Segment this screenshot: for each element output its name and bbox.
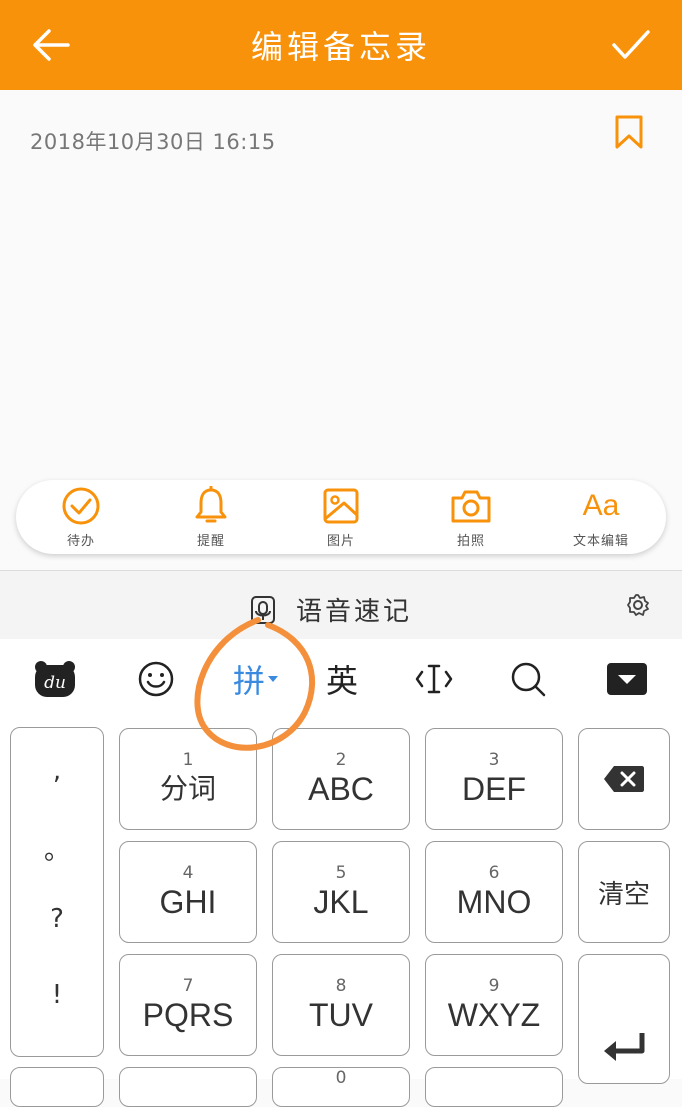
enter-key[interactable] bbox=[578, 954, 670, 1084]
key-1[interactable]: 1 分词 bbox=[119, 728, 257, 830]
key-4[interactable]: 4 GHI bbox=[119, 841, 257, 943]
check-icon bbox=[612, 30, 650, 59]
cursor-button[interactable] bbox=[412, 657, 456, 701]
microphone-icon bbox=[251, 595, 275, 624]
camera-button[interactable]: 拍照 bbox=[416, 486, 526, 549]
keyboard-function-row: du 拼 英 bbox=[0, 639, 682, 721]
key-9[interactable]: 9 WXYZ bbox=[425, 954, 563, 1056]
voice-memo-button[interactable]: 语音速记 bbox=[250, 591, 412, 628]
back-button[interactable] bbox=[28, 22, 74, 68]
bookmark-icon bbox=[615, 115, 643, 149]
confirm-button[interactable] bbox=[608, 22, 654, 68]
du-logo-text: du bbox=[44, 673, 66, 693]
punct-comma-key[interactable]: , bbox=[11, 756, 103, 786]
key-1-letters: 分词 bbox=[159, 772, 216, 805]
key-0[interactable]: 0 bbox=[272, 1067, 410, 1107]
key-7-number: 7 bbox=[182, 976, 194, 996]
text-format-label: 文本编辑 bbox=[572, 533, 629, 549]
punctuation-column[interactable]: , 。 ? ! bbox=[10, 727, 104, 1057]
key-7[interactable]: 7 PQRS bbox=[119, 954, 257, 1056]
page-title: 编辑备忘录 bbox=[250, 28, 431, 66]
key-0-number: 0 bbox=[335, 1068, 347, 1088]
keyboard-settings-button[interactable] bbox=[626, 593, 650, 621]
bookmark-button[interactable] bbox=[614, 114, 644, 150]
keyboard-hide-icon bbox=[607, 663, 647, 695]
key-7-letters: PQRS bbox=[142, 997, 234, 1033]
key-6-number: 6 bbox=[488, 863, 500, 883]
app-header: 编辑备忘录 bbox=[0, 0, 682, 90]
bear-logo-icon: du bbox=[35, 661, 75, 697]
key-8[interactable]: 8 TUV bbox=[272, 954, 410, 1056]
cursor-move-icon bbox=[415, 664, 453, 694]
symbol-key[interactable] bbox=[10, 1067, 104, 1107]
voice-memo-label: 语音速记 bbox=[296, 597, 413, 627]
arrow-left-icon bbox=[33, 29, 70, 61]
todo-button[interactable]: 待办 bbox=[26, 486, 136, 549]
smiley-icon bbox=[138, 661, 174, 697]
english-label: 英 bbox=[325, 662, 358, 700]
emoji-button[interactable] bbox=[134, 657, 178, 701]
key-3-letters: DEF bbox=[462, 771, 526, 807]
clear-key-label: 清空 bbox=[597, 879, 650, 910]
key-6[interactable]: 6 MNO bbox=[425, 841, 563, 943]
caret-down-icon bbox=[268, 676, 278, 682]
key-6-letters: MNO bbox=[456, 884, 532, 920]
key-5-number: 5 bbox=[335, 863, 347, 883]
key-blank-right[interactable] bbox=[425, 1067, 563, 1107]
punct-period-key[interactable]: 。 bbox=[11, 830, 103, 867]
key-5-letters: JKL bbox=[313, 884, 369, 920]
image-icon bbox=[323, 488, 359, 523]
key-3[interactable]: 3 DEF bbox=[425, 728, 563, 830]
key-2-number: 2 bbox=[335, 750, 347, 770]
search-button[interactable] bbox=[506, 657, 550, 701]
text-format-button[interactable]: Aa 文本编辑 bbox=[546, 486, 656, 549]
camera-label: 拍照 bbox=[456, 533, 485, 549]
reminder-button[interactable]: 提醒 bbox=[156, 485, 266, 549]
ime-keyboard: du 拼 英 , 。 ? ! 1 分词 2 ABC 3 DEF 4 GHI 5 … bbox=[0, 639, 682, 1107]
bell-icon bbox=[195, 485, 227, 522]
key-4-number: 4 bbox=[182, 863, 194, 883]
key-5[interactable]: 5 JKL bbox=[272, 841, 410, 943]
check-circle-icon bbox=[62, 487, 100, 524]
punct-question-key[interactable]: ? bbox=[11, 904, 103, 934]
key-4-letters: GHI bbox=[159, 884, 217, 920]
key-1-number: 1 bbox=[182, 750, 194, 770]
key-2[interactable]: 2 ABC bbox=[272, 728, 410, 830]
image-label: 图片 bbox=[326, 533, 355, 549]
du-logo-button[interactable]: du bbox=[32, 657, 78, 701]
note-timestamp: 2018年10月30日 16:15 bbox=[30, 130, 276, 154]
todo-label: 待办 bbox=[66, 533, 95, 549]
enter-icon bbox=[604, 1033, 645, 1061]
gear-icon bbox=[627, 594, 649, 616]
voice-memo-bar: 语音速记 bbox=[0, 571, 682, 639]
key-9-number: 9 bbox=[488, 976, 500, 996]
key-blank-left[interactable] bbox=[119, 1067, 257, 1107]
hide-keyboard-button[interactable] bbox=[604, 657, 650, 701]
camera-icon bbox=[451, 490, 491, 522]
text-format-icon: Aa bbox=[582, 488, 620, 522]
clear-key[interactable]: 清空 bbox=[578, 841, 670, 943]
reminder-label: 提醒 bbox=[196, 533, 225, 549]
backspace-key[interactable] bbox=[578, 728, 670, 830]
key-2-letters: ABC bbox=[308, 771, 374, 807]
image-button[interactable]: 图片 bbox=[286, 486, 396, 549]
punct-exclaim-key[interactable]: ! bbox=[11, 980, 103, 1010]
search-icon bbox=[511, 662, 546, 697]
pinyin-label: 拼 bbox=[232, 662, 265, 700]
key-9-letters: WXYZ bbox=[447, 997, 541, 1033]
note-toolbar: 待办 提醒 图片 拍照 Aa 文本编辑 bbox=[16, 480, 666, 554]
backspace-icon bbox=[604, 766, 644, 792]
key-8-letters: TUV bbox=[309, 997, 373, 1033]
pinyin-mode-button[interactable]: 拼 bbox=[226, 657, 286, 701]
key-8-number: 8 bbox=[335, 976, 347, 996]
key-3-number: 3 bbox=[488, 750, 500, 770]
english-mode-button[interactable]: 英 bbox=[320, 657, 364, 701]
